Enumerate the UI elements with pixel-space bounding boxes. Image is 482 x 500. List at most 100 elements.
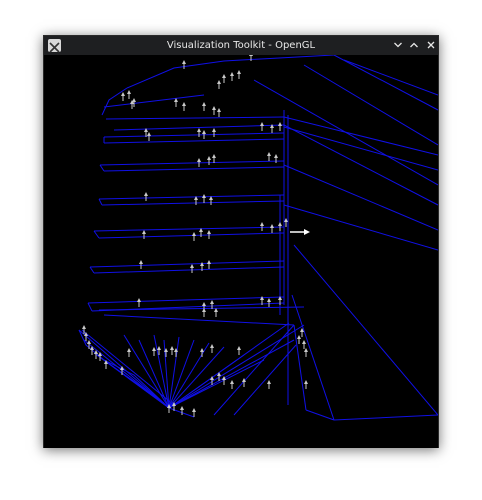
mesh-edge bbox=[93, 266, 285, 274]
highlight-arrow-head bbox=[304, 229, 310, 235]
mesh-edge bbox=[168, 336, 180, 409]
mesh-edge bbox=[283, 116, 438, 156]
mesh-edge bbox=[333, 55, 438, 111]
close-button[interactable] bbox=[424, 38, 438, 52]
mesh-edge bbox=[168, 346, 225, 409]
vector-glyph bbox=[222, 74, 226, 83]
vector-glyph bbox=[267, 380, 271, 389]
vector-glyph bbox=[144, 192, 148, 201]
mesh-edge bbox=[99, 164, 105, 172]
mesh-edge bbox=[293, 244, 438, 416]
maximize-button[interactable] bbox=[407, 38, 421, 52]
vector-glyph bbox=[212, 128, 216, 137]
mesh-edge bbox=[283, 124, 438, 206]
vector-glyph bbox=[267, 298, 271, 307]
vector-glyph bbox=[182, 102, 186, 111]
vector-glyph bbox=[260, 122, 264, 131]
vector-glyph bbox=[214, 308, 218, 317]
mesh-edge bbox=[98, 194, 285, 200]
vector-glyph bbox=[190, 264, 194, 273]
wireframe-mesh bbox=[78, 55, 438, 421]
mesh-edge bbox=[343, 59, 438, 96]
close-icon bbox=[427, 41, 435, 49]
vector-glyph bbox=[202, 102, 206, 111]
vector-glyph bbox=[174, 98, 178, 107]
vector-glyph bbox=[237, 70, 241, 79]
vector-glyph bbox=[278, 222, 282, 231]
mesh-edge bbox=[87, 296, 285, 304]
vector-glyph bbox=[230, 380, 234, 389]
mesh-edge bbox=[98, 198, 103, 206]
vector-glyph bbox=[217, 108, 221, 117]
mesh-edge bbox=[333, 414, 438, 421]
title-bar[interactable]: Visualization Toolkit - OpenGL bbox=[44, 36, 438, 55]
vector-glyph bbox=[302, 340, 306, 349]
mesh-edge bbox=[303, 64, 438, 146]
vector-glyph bbox=[127, 90, 131, 99]
vector-glyph bbox=[304, 380, 308, 389]
vector-glyph bbox=[209, 196, 213, 205]
mesh-edge bbox=[101, 200, 285, 206]
mesh-edge bbox=[123, 334, 170, 409]
vector-glyph bbox=[304, 348, 308, 357]
mesh-edge bbox=[103, 314, 295, 326]
vector-glyph bbox=[142, 230, 146, 239]
vector-glyph bbox=[230, 72, 234, 81]
mesh-edge bbox=[93, 226, 285, 232]
vector-glyph bbox=[207, 156, 211, 165]
vector-glyph bbox=[127, 348, 131, 357]
vector-glyph bbox=[267, 152, 271, 161]
vector-glyph bbox=[210, 300, 214, 309]
mesh-edge bbox=[103, 166, 285, 172]
vector-glyph bbox=[237, 346, 241, 355]
mesh-contour bbox=[126, 55, 335, 89]
mesh-edge bbox=[168, 322, 290, 409]
mesh-edge bbox=[283, 164, 438, 231]
vector-glyph bbox=[212, 106, 216, 115]
mesh-edge bbox=[103, 359, 165, 404]
vector-glyph bbox=[217, 80, 221, 89]
mesh-edge bbox=[89, 260, 285, 268]
render-viewport[interactable] bbox=[44, 55, 438, 448]
mesh-edge bbox=[283, 204, 438, 251]
mesh-edge bbox=[305, 409, 335, 421]
vector-glyph bbox=[210, 344, 214, 353]
window-title: Visualization Toolkit - OpenGL bbox=[166, 40, 316, 51]
vector-glyph bbox=[278, 122, 282, 131]
mesh-edge bbox=[168, 339, 295, 409]
vector-glyph bbox=[152, 347, 156, 356]
vector-glyph bbox=[270, 224, 274, 233]
vector-glyph bbox=[192, 232, 196, 241]
vector-glyph bbox=[197, 128, 201, 137]
vector-glyph bbox=[84, 332, 88, 341]
vector-glyph bbox=[139, 260, 143, 269]
mesh-edge bbox=[168, 324, 305, 409]
minimize-button[interactable] bbox=[391, 38, 405, 52]
mesh-edge bbox=[93, 230, 100, 239]
vector-glyph bbox=[260, 222, 264, 231]
chevron-down-icon bbox=[394, 42, 402, 48]
chevron-up-icon bbox=[410, 42, 418, 48]
vector-glyph bbox=[284, 218, 288, 227]
vector-glyph bbox=[170, 346, 174, 355]
vector-glyph bbox=[202, 308, 206, 317]
vector-glyph bbox=[207, 260, 211, 269]
mesh-edge bbox=[213, 324, 295, 416]
vector-glyph bbox=[121, 92, 125, 101]
mesh-edge bbox=[99, 160, 285, 166]
mesh-render-canvas[interactable] bbox=[44, 55, 438, 448]
vector-glyph bbox=[297, 335, 301, 344]
vector-glyph bbox=[192, 408, 196, 417]
mesh-edge bbox=[98, 232, 285, 239]
highlighted-vector bbox=[290, 229, 310, 235]
mesh-edge bbox=[103, 132, 285, 138]
vector-glyph bbox=[137, 298, 141, 307]
vector-glyph bbox=[202, 194, 206, 203]
mesh-edge bbox=[103, 138, 285, 144]
mesh-edge bbox=[105, 116, 285, 120]
mesh-edge bbox=[87, 302, 93, 312]
mesh-contour bbox=[101, 87, 128, 116]
vector-glyph bbox=[212, 154, 216, 163]
vector-glyph bbox=[182, 60, 186, 69]
mesh-edge bbox=[283, 126, 438, 171]
